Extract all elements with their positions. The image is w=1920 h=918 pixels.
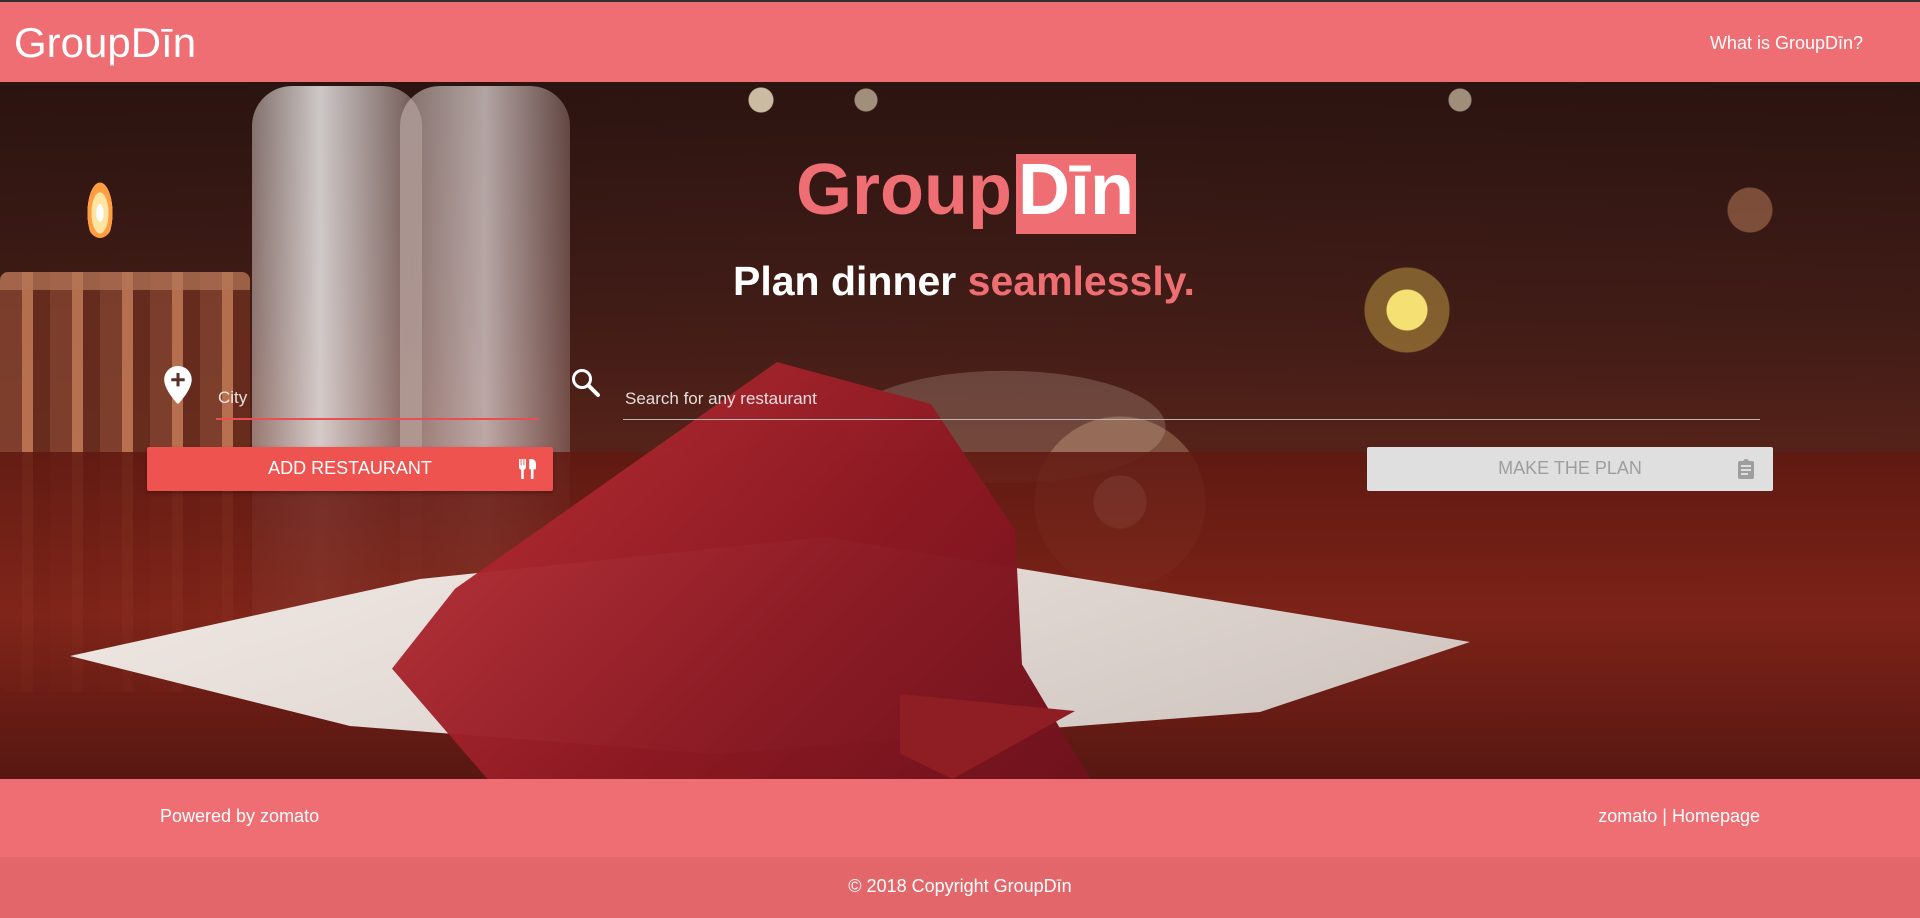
make-the-plan-button[interactable]: MAKE THE PLAN xyxy=(1367,447,1773,491)
copyright-text: © 2018 Copyright GroupDīn xyxy=(848,876,1072,896)
search-icon xyxy=(572,369,600,397)
hero-brand-highlight: Dīn xyxy=(1015,154,1136,234)
tagline-main: Plan dinner xyxy=(733,258,968,304)
header-brand[interactable]: GroupDīn xyxy=(14,22,196,64)
footer-links: zomato | Homepage xyxy=(1598,806,1760,827)
footer-link-separator: | xyxy=(1662,806,1667,826)
what-is-groupdin-link[interactable]: What is GroupDīn? xyxy=(1710,33,1863,54)
hero-brand-title: GroupDīn xyxy=(796,154,1136,234)
powered-by-text: Powered by zomato xyxy=(160,806,320,826)
make-the-plan-label: MAKE THE PLAN xyxy=(1498,458,1642,478)
top-navigation-bar: GroupDīn What is GroupDīn? xyxy=(0,0,1920,82)
hero-tagline: Plan dinner seamlessly. xyxy=(733,258,1195,305)
add-restaurant-label: ADD RESTAURANT xyxy=(268,458,432,478)
hero-section: GroupDīn Plan dinner seamlessly. ADD RES… xyxy=(0,82,1920,779)
tagline-accent: seamlessly. xyxy=(967,258,1195,304)
city-input[interactable] xyxy=(216,378,539,420)
restaurant-search-input[interactable] xyxy=(623,378,1760,420)
location-pin-plus-icon xyxy=(164,366,192,404)
site-footer: Powered by zomato zomato | Homepage © 20… xyxy=(0,779,1920,918)
clipboard-icon xyxy=(1738,459,1754,479)
zomato-link[interactable]: zomato xyxy=(1598,806,1657,826)
add-restaurant-button[interactable]: ADD RESTAURANT xyxy=(147,447,553,491)
homepage-link[interactable]: Homepage xyxy=(1672,806,1760,826)
hero-content: GroupDīn Plan dinner seamlessly. ADD RES… xyxy=(0,82,1920,779)
fork-knife-icon xyxy=(519,459,536,479)
hero-brand-main: Group xyxy=(796,150,1012,230)
copyright-bar: © 2018 Copyright GroupDīn xyxy=(0,857,1920,918)
